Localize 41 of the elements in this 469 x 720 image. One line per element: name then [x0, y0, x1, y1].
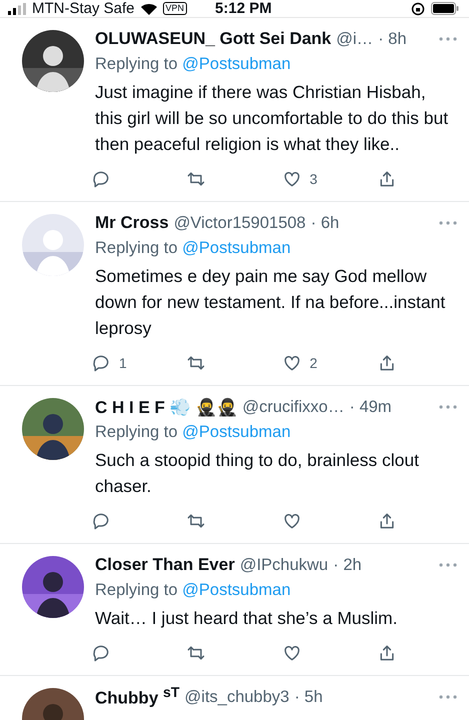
- tweet-time: · 5h: [294, 688, 323, 706]
- tweet-text: Wait… I just heard that she’s a Muslim.: [95, 607, 398, 630]
- action-count: 1: [119, 355, 127, 371]
- tweet-time: · 2h: [333, 556, 362, 574]
- reply-icon[interactable]: [91, 643, 111, 663]
- heart-icon[interactable]: [282, 169, 302, 189]
- user-name[interactable]: Chubby $^{sT}$: [95, 685, 180, 709]
- user-handle[interactable]: @crucifixxo…: [242, 398, 344, 416]
- user-handle[interactable]: @IPchukwu: [240, 556, 328, 574]
- reply-icon[interactable]: [91, 353, 111, 373]
- replying-to-text: Replying to @Postsubman: [95, 54, 292, 75]
- user-name[interactable]: OLUWASEUN_ Gott Sei Dank: [95, 29, 332, 49]
- wifi-icon: [140, 2, 157, 14]
- user-name[interactable]: Closer Than Ever: [95, 555, 235, 575]
- rotation-lock-icon: [411, 2, 425, 16]
- tweet-text: Just imagine if there was Christian Hisbah, this girl will be so uncomfortable to do this but then peaceful religion is what they like..: [95, 81, 450, 156]
- user-handle[interactable]: @its_chubby3: [184, 688, 290, 706]
- battery-icon: [431, 2, 459, 15]
- tweet-time: · 49m: [349, 398, 392, 416]
- heart-icon[interactable]: [282, 643, 302, 663]
- reply-icon[interactable]: [91, 169, 111, 189]
- clock: 5:12 PM: [215, 0, 272, 17]
- tweet-time: · 8h: [378, 30, 406, 48]
- signal-icon: [8, 2, 26, 14]
- heart-icon[interactable]: [282, 353, 302, 373]
- replying-to-text: Replying to @Postsubman: [95, 422, 292, 443]
- vpn-badge: VPN: [162, 2, 188, 15]
- replying-to-text: Replying to @Postsubman: [95, 238, 292, 259]
- user-name[interactable]: Mr Cross: [95, 213, 169, 233]
- tweet-time: · 6h: [310, 214, 340, 232]
- action-count: 2: [310, 355, 318, 371]
- carrier-name: MTN-Stay Safe: [32, 0, 135, 17]
- tweet-text: Sometimes e dey pain me say God mellow down for new testament. If na before...instant leprosy: [95, 265, 446, 340]
- tweet-text: Such a stoopid thing to do, brainless clout chaser.: [95, 449, 420, 498]
- replying-to-text: Replying to @Postsubman: [95, 580, 292, 601]
- user-name[interactable]: C H I E F 💨 🥷🥷: [95, 396, 238, 418]
- reply-icon[interactable]: [91, 511, 111, 531]
- action-count: 3: [310, 171, 318, 187]
- user-handle[interactable]: @Victor15901508: [174, 214, 306, 232]
- heart-icon[interactable]: [282, 511, 302, 531]
- user-handle[interactable]: @i…: [336, 30, 374, 48]
